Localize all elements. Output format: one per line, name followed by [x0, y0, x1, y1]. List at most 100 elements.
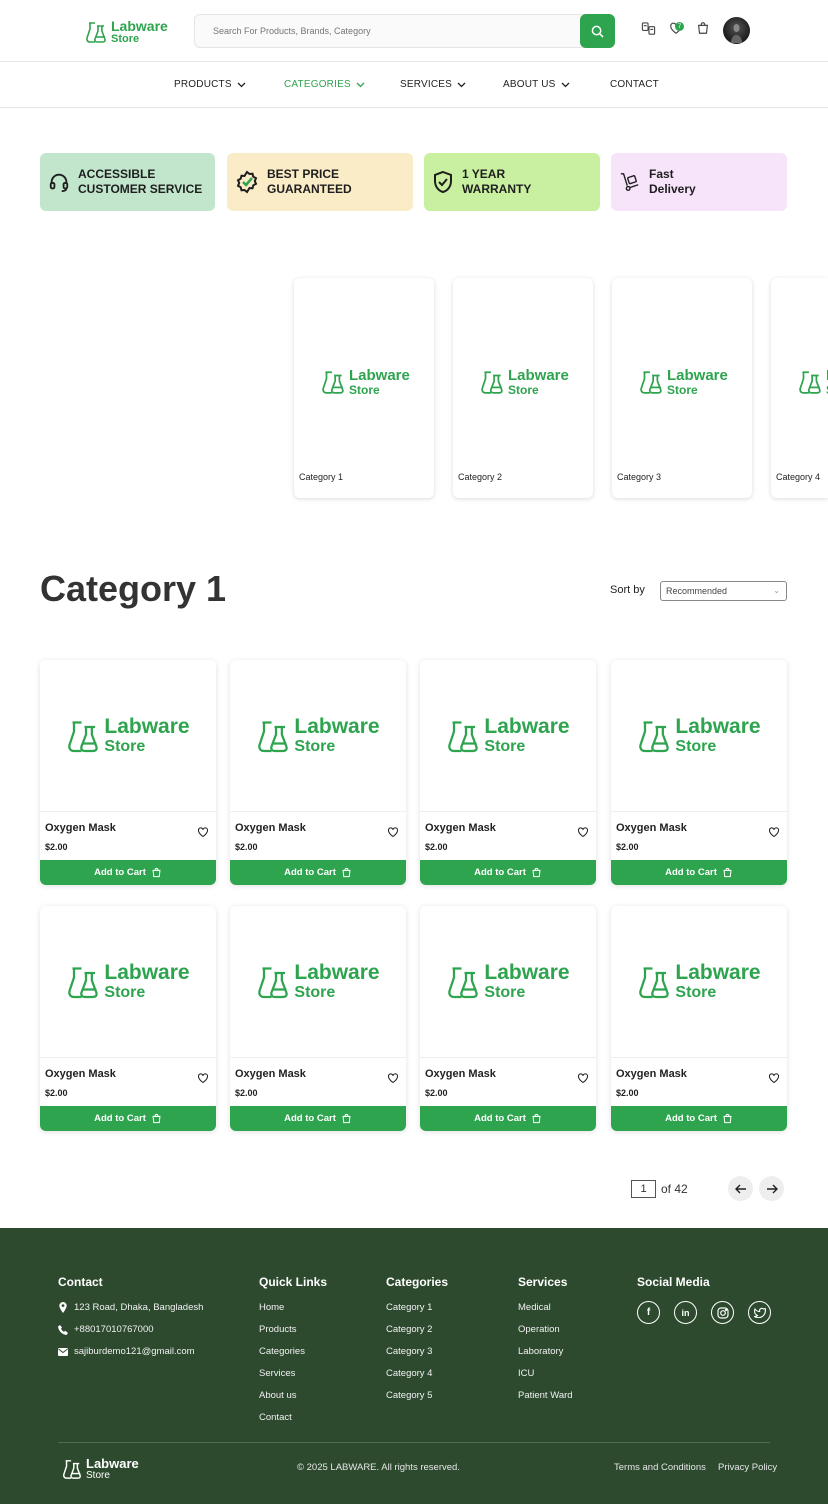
nav-products[interactable]: PRODUCTS [174, 79, 246, 90]
search-button[interactable] [580, 14, 615, 48]
footer-link-services[interactable]: Services [259, 1368, 295, 1379]
brand-subname: Store [508, 383, 539, 397]
brand-subname: Store [294, 738, 336, 755]
brand-subname: Store [104, 738, 146, 755]
product-card[interactable]: Labware Store Oxygen Mask $2.00 Add to Ca… [40, 906, 216, 1131]
site-header: Labware Store 7 [0, 0, 828, 62]
category-card[interactable]: Labware Store Category 3 [612, 278, 752, 498]
add-to-cart-button[interactable]: Add to Cart [40, 1106, 216, 1131]
add-to-wishlist-button[interactable] [387, 1069, 399, 1084]
add-to-cart-button[interactable]: Add to Cart [230, 1106, 406, 1131]
product-name: Oxygen Mask [616, 822, 687, 834]
footer-address: 123 Road, Dhaka, Bangladesh [58, 1302, 203, 1313]
nav-products-label: PRODUCTS [174, 79, 232, 90]
product-card[interactable]: Labware Store Oxygen Mask $2.00 Add to Ca… [420, 906, 596, 1131]
product-card[interactable]: Labware Store Oxygen Mask $2.00 Add to Ca… [611, 660, 787, 885]
nav-categories[interactable]: CATEGORIES [284, 79, 365, 90]
footer-email[interactable]: sajiburdemo121@gmail.com [58, 1346, 195, 1357]
user-avatar[interactable] [723, 17, 750, 44]
brand-subname: Store [111, 33, 140, 45]
flask-logo-icon [258, 720, 289, 752]
header-logo[interactable]: Labware Store [85, 19, 168, 45]
wishlist-count-badge: 7 [675, 22, 684, 31]
compare-icon [641, 21, 655, 35]
facebook-link[interactable]: f [637, 1301, 660, 1324]
add-to-wishlist-button[interactable] [577, 823, 589, 838]
headset-icon [49, 173, 69, 193]
product-card[interactable]: Labware Store Oxygen Mask $2.00 Add to Ca… [40, 660, 216, 885]
brand-name: Labware [484, 961, 570, 984]
cart-button[interactable] [695, 20, 711, 36]
add-to-cart-button[interactable]: Add to Cart [230, 860, 406, 885]
add-to-cart-button[interactable]: Add to Cart [420, 1106, 596, 1131]
footer-link-products[interactable]: Products [259, 1324, 297, 1335]
product-card[interactable]: Labware Store Oxygen Mask $2.00 Add to Ca… [420, 660, 596, 885]
footer-link-home[interactable]: Home [259, 1302, 284, 1313]
footer-service-icu[interactable]: ICU [518, 1368, 534, 1379]
search-input[interactable] [205, 15, 575, 47]
feature-line1: ACCESSIBLE [78, 167, 156, 181]
terms-link[interactable]: Terms and Conditions [614, 1462, 706, 1473]
category-image: LabwareStore [798, 368, 828, 396]
footer-service-patient-ward[interactable]: Patient Ward [518, 1390, 573, 1401]
add-to-wishlist-button[interactable] [768, 1069, 780, 1084]
category-card[interactable]: Labware Store Category 1 [294, 278, 434, 498]
brand-name: Labware [667, 367, 728, 384]
user-silhouette-icon [731, 24, 742, 43]
add-to-wishlist-button[interactable] [577, 1069, 589, 1084]
nav-contact[interactable]: CONTACT [610, 79, 659, 90]
footer-category-5[interactable]: Category 5 [386, 1390, 432, 1401]
footer-service-operation[interactable]: Operation [518, 1324, 560, 1335]
add-to-wishlist-button[interactable] [768, 823, 780, 838]
brand-subname: Store [667, 383, 698, 397]
product-card[interactable]: Labware Store Oxygen Mask $2.00 Add to Ca… [230, 906, 406, 1131]
footer-link-contact[interactable]: Contact [259, 1412, 292, 1423]
add-to-wishlist-button[interactable] [197, 823, 209, 838]
brand-subname: Store [484, 984, 526, 1001]
phone-icon [58, 1324, 68, 1335]
twitter-link[interactable] [748, 1301, 771, 1324]
footer-contact-title: Contact [58, 1275, 103, 1289]
feature-line2: Delivery [649, 182, 696, 196]
category-card[interactable]: Labware Store Category 2 [453, 278, 593, 498]
compare-button[interactable] [640, 20, 656, 36]
sort-select[interactable]: Recommended ⌄ [660, 581, 787, 601]
nav-services[interactable]: SERVICES [400, 79, 466, 90]
flask-logo-icon [799, 371, 821, 394]
brand-name: Labware [675, 715, 761, 738]
brand-name: Labware [508, 367, 569, 384]
add-to-cart-button[interactable]: Add to Cart [611, 1106, 787, 1131]
flask-logo-icon [448, 966, 479, 998]
footer-category-1[interactable]: Category 1 [386, 1302, 432, 1313]
footer-link-about[interactable]: About us [259, 1390, 297, 1401]
prev-page-button[interactable] [728, 1176, 753, 1201]
shopping-bag-icon [723, 1113, 732, 1124]
linkedin-link[interactable]: in [674, 1301, 697, 1324]
add-to-cart-button[interactable]: Add to Cart [40, 860, 216, 885]
footer-service-laboratory[interactable]: Laboratory [518, 1346, 563, 1357]
add-to-cart-button[interactable]: Add to Cart [420, 860, 596, 885]
product-card[interactable]: Labware Store Oxygen Mask $2.00 Add to Ca… [611, 906, 787, 1131]
page-number-input[interactable]: 1 [631, 1180, 656, 1198]
footer-category-2[interactable]: Category 2 [386, 1324, 432, 1335]
category-image: LabwareStore [639, 368, 728, 396]
product-name: Oxygen Mask [235, 1068, 306, 1080]
footer-logo[interactable]: Labware Store [62, 1457, 139, 1481]
footer-category-3[interactable]: Category 3 [386, 1346, 432, 1357]
privacy-link[interactable]: Privacy Policy [718, 1462, 777, 1473]
product-image: Labware Store [420, 660, 596, 812]
brand-name: Labware [104, 961, 190, 984]
next-page-button[interactable] [759, 1176, 784, 1201]
nav-about-us[interactable]: ABOUT US [503, 79, 570, 90]
add-to-wishlist-button[interactable] [387, 823, 399, 838]
add-to-wishlist-button[interactable] [197, 1069, 209, 1084]
footer-link-categories[interactable]: Categories [259, 1346, 305, 1357]
footer-services-title: Services [518, 1275, 568, 1289]
instagram-icon [716, 1306, 729, 1319]
footer-service-medical[interactable]: Medical [518, 1302, 551, 1313]
add-to-cart-button[interactable]: Add to Cart [611, 860, 787, 885]
category-card[interactable]: LabwareStore Category 4 [771, 278, 828, 498]
instagram-link[interactable] [711, 1301, 734, 1324]
footer-category-4[interactable]: Category 4 [386, 1368, 432, 1379]
product-card[interactable]: Labware Store Oxygen Mask $2.00 Add to Ca… [230, 660, 406, 885]
